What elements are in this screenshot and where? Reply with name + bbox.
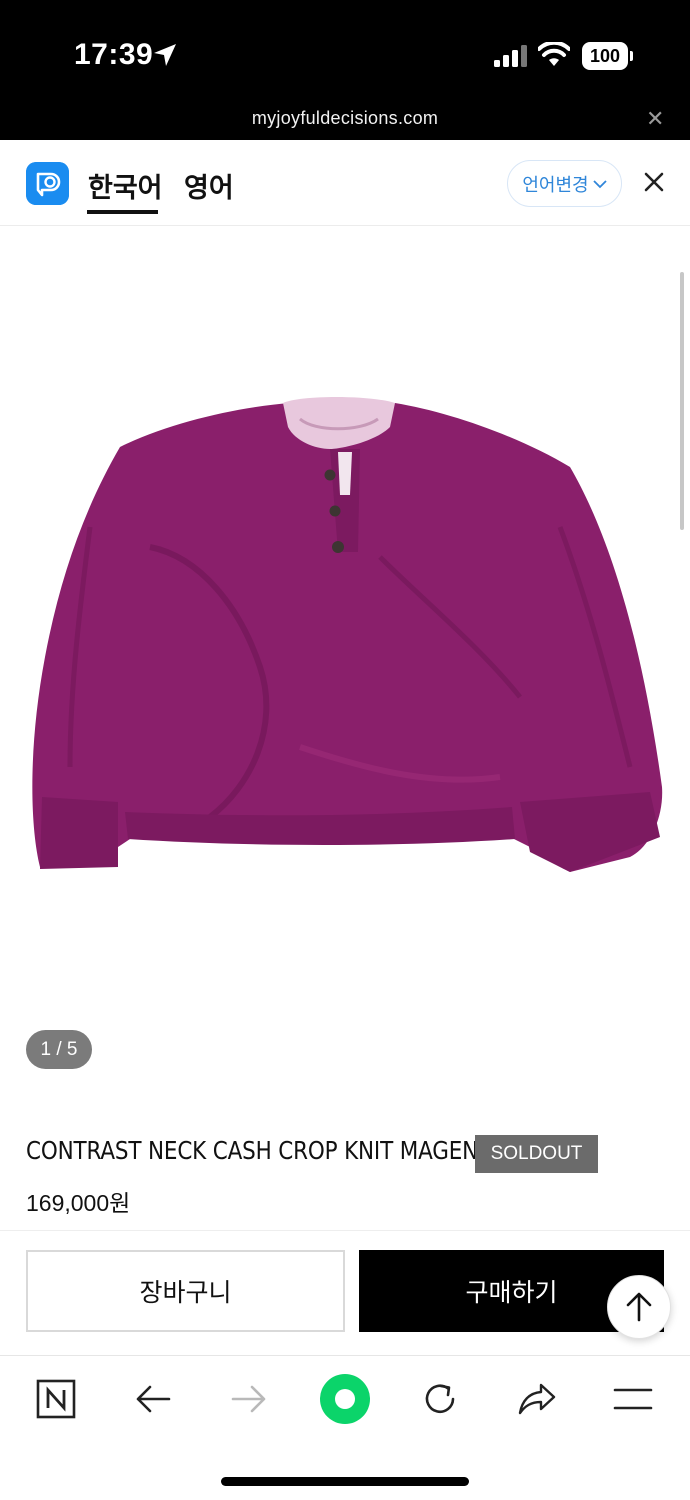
product-image-carousel[interactable] <box>0 227 690 1087</box>
forward-arrow-icon[interactable] <box>226 1376 272 1422</box>
product-image <box>32 397 663 872</box>
cellular-signal-icon <box>494 45 527 67</box>
share-icon[interactable] <box>514 1376 560 1422</box>
url-close-icon[interactable]: ✕ <box>646 108 664 130</box>
clock: 17:39 <box>74 38 154 71</box>
url-display[interactable]: myjoyfuldecisions.com <box>0 108 690 129</box>
add-to-cart-button[interactable]: 장바구니 <box>26 1250 345 1332</box>
active-tab-indicator <box>87 210 158 214</box>
scrollbar[interactable] <box>680 272 684 530</box>
naver-home-icon[interactable] <box>33 1376 79 1422</box>
back-arrow-icon[interactable] <box>130 1376 176 1422</box>
tab-english[interactable]: 영어 <box>184 166 234 205</box>
location-arrow-icon <box>154 44 176 66</box>
arrow-up-icon <box>626 1292 652 1322</box>
product-price: 169,000원 <box>26 1190 131 1216</box>
change-language-button[interactable]: 언어변경 <box>507 160 622 207</box>
translate-bar: 한국어 영어 언어변경 <box>0 140 690 226</box>
battery-tip <box>630 51 633 61</box>
soldout-badge: SOLDOUT <box>475 1135 598 1173</box>
chevron-down-icon <box>592 179 607 188</box>
tab-korean[interactable]: 한국어 <box>88 166 163 205</box>
battery-icon: 100 <box>582 42 628 70</box>
product-name: CONTRAST NECK CASH CROP KNIT MAGENTA <box>26 1136 504 1165</box>
status-bar: 17:39 100 myjoyfuldecisions.com ✕ <box>0 0 690 140</box>
scroll-to-top-button[interactable] <box>607 1275 671 1339</box>
papago-logo-icon <box>26 162 69 205</box>
green-dot-icon[interactable] <box>318 1372 372 1426</box>
wifi-icon <box>538 42 570 66</box>
close-icon[interactable] <box>642 170 666 194</box>
menu-icon[interactable] <box>610 1376 656 1422</box>
change-language-label: 언어변경 <box>522 174 589 195</box>
image-counter: 1 / 5 <box>26 1030 92 1069</box>
reload-icon[interactable] <box>417 1376 463 1422</box>
home-indicator <box>221 1477 469 1486</box>
